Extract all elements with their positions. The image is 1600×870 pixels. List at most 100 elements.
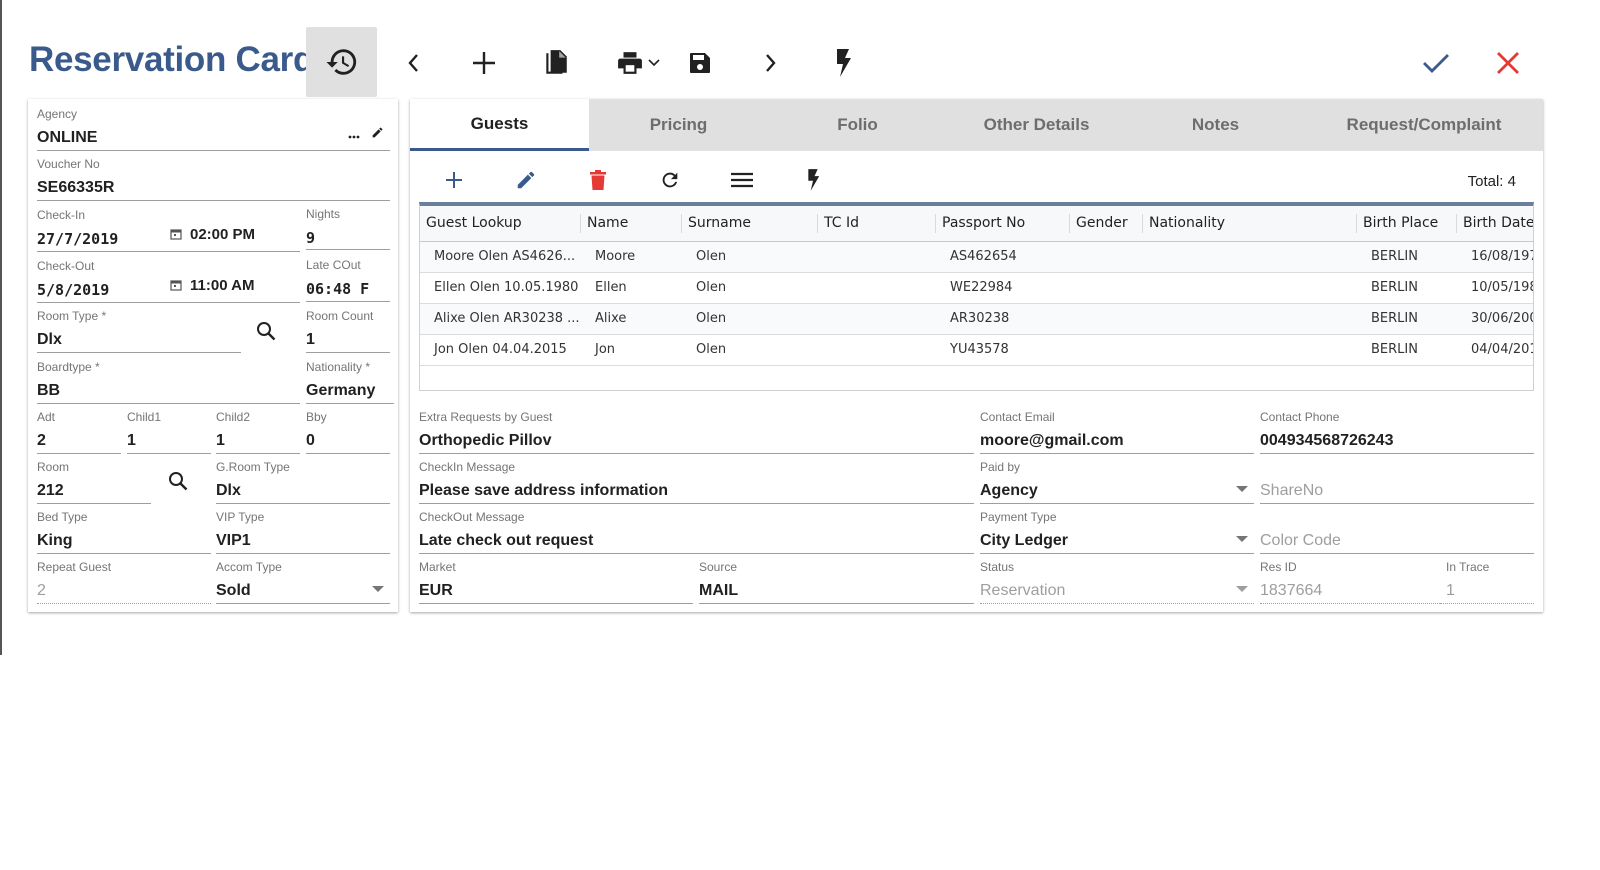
cell-gender <box>1070 272 1143 304</box>
table-row[interactable]: Ellen Olen 10.05.1980 Ellen Olen WE22984… <box>420 272 1533 304</box>
guest-quick-action-button[interactable] <box>798 167 828 197</box>
room-type-field[interactable]: Room Type * Dlx <box>37 309 241 353</box>
cell-nationality <box>1143 272 1357 304</box>
edit-guest-button[interactable] <box>511 167 541 197</box>
paid-by-label: Paid by <box>980 460 1021 474</box>
market-field[interactable]: Market EUR <box>419 560 693 604</box>
baby-field[interactable]: Bby 0 <box>306 410 390 454</box>
adults-field[interactable]: Adt 2 <box>37 410 121 454</box>
accom-type-select[interactable]: Accom Type Sold <box>216 560 390 604</box>
plus-icon <box>472 51 496 75</box>
history-icon <box>325 45 359 79</box>
extra-requests-field[interactable]: Extra Requests by Guest Orthopedic Pillo… <box>419 410 974 454</box>
check-out-time[interactable]: 11:00 AM <box>190 277 254 294</box>
add-guest-button[interactable] <box>439 167 469 197</box>
copy-icon <box>543 49 569 77</box>
column-header-birth-date[interactable]: Birth Date <box>1457 206 1533 242</box>
checkin-message-field[interactable]: CheckIn Message Please save address info… <box>419 460 974 504</box>
quick-action-button[interactable] <box>826 43 860 83</box>
agency-field[interactable]: Agency ONLINE <box>37 107 390 151</box>
table-row[interactable]: Jon Olen 04.04.2015 Jon Olen YU43578 BER… <box>420 334 1533 366</box>
checkout-message-field[interactable]: CheckOut Message Late check out request <box>419 510 974 554</box>
cell-birth-date: 10/05/198 <box>1457 272 1533 304</box>
guest-total-count: Total: 4 <box>1467 173 1516 190</box>
table-row[interactable]: Alixe Olen AR30238 ... Alixe Olen AR3023… <box>420 303 1533 335</box>
column-header-gender[interactable]: Gender <box>1070 206 1143 242</box>
repeat-guest-value: 2 <box>37 582 46 599</box>
agency-more-button[interactable] <box>344 126 364 144</box>
guest-room-type-field[interactable]: G.Room Type Dlx <box>216 460 390 504</box>
payment-type-select[interactable]: Payment Type City Ledger <box>980 510 1254 554</box>
agency-edit-button[interactable] <box>368 126 386 144</box>
history-button[interactable] <box>306 27 377 97</box>
tab-request-complaint[interactable]: Request/Complaint <box>1305 99 1543 151</box>
cell-birth-date: 16/08/197 <box>1457 241 1533 273</box>
source-field[interactable]: Source MAIL <box>699 560 974 604</box>
boardtype-field[interactable]: Boardtype * BB <box>37 360 300 404</box>
add-button[interactable] <box>466 45 502 81</box>
tab-guests[interactable]: Guests <box>410 99 589 151</box>
color-code-input[interactable]: Color Code <box>1260 510 1534 554</box>
cell-tc-id <box>818 303 936 335</box>
column-header-name[interactable]: Name <box>581 206 682 242</box>
baby-value: 0 <box>306 432 315 449</box>
bed-type-field[interactable]: Bed Type King <box>37 510 211 554</box>
room-type-search-button[interactable] <box>254 321 278 345</box>
vip-type-field[interactable]: VIP Type VIP1 <box>216 510 390 554</box>
check-out-calendar-button[interactable] <box>169 280 183 294</box>
room-field[interactable]: Room 212 <box>37 460 151 504</box>
cell-guest-lookup: Ellen Olen 10.05.1980 <box>420 272 581 304</box>
contact-phone-field[interactable]: Contact Phone 004934568726243 <box>1260 410 1534 454</box>
check-in-calendar-button[interactable] <box>169 229 183 243</box>
cell-name: Jon <box>581 334 682 366</box>
room-count-field[interactable]: Room Count 1 <box>306 309 390 353</box>
tab-other-details[interactable]: Other Details <box>947 99 1126 151</box>
previous-button[interactable] <box>398 45 428 81</box>
contact-email-field[interactable]: Contact Email moore@gmail.com <box>980 410 1254 454</box>
late-checkout-field[interactable]: Late COut 06:48 F <box>306 258 390 302</box>
reservation-summary-panel: Agency ONLINE Voucher No SE66335R Check-… <box>28 99 398 612</box>
column-header-passport-no[interactable]: Passport No <box>936 206 1070 242</box>
column-header-surname[interactable]: Surname <box>682 206 818 242</box>
column-header-nationality[interactable]: Nationality <box>1143 206 1357 242</box>
share-no-placeholder: ShareNo <box>1260 482 1324 499</box>
delete-guest-button[interactable] <box>583 167 613 197</box>
trash-icon <box>589 169 607 196</box>
print-button[interactable] <box>610 45 666 81</box>
paid-by-select[interactable]: Paid by Agency <box>980 460 1254 504</box>
tab-notes[interactable]: Notes <box>1126 99 1305 151</box>
contact-phone-label: Contact Phone <box>1260 410 1340 424</box>
table-row[interactable]: Moore Olen AS4626... Moore Olen AS462654… <box>420 241 1533 273</box>
room-search-button[interactable] <box>166 471 190 495</box>
contact-email-value: moore@gmail.com <box>980 432 1124 449</box>
status-select: Status Reservation <box>980 560 1254 604</box>
voucher-no-field[interactable]: Voucher No SE66335R <box>37 157 390 201</box>
next-button[interactable] <box>756 45 786 81</box>
room-type-value: Dlx <box>37 331 62 348</box>
confirm-button[interactable] <box>1418 45 1454 81</box>
menu-button[interactable] <box>727 167 757 197</box>
share-no-input[interactable]: ShareNo <box>1260 460 1534 504</box>
guest-room-type-value: Dlx <box>216 482 241 499</box>
column-header-birth-place[interactable]: Birth Place <box>1357 206 1457 242</box>
nationality-field[interactable]: Nationality * Germany <box>306 360 394 404</box>
paid-by-value: Agency <box>980 482 1038 499</box>
more-horizontal-icon <box>348 126 360 144</box>
cell-nationality <box>1143 303 1357 335</box>
vip-type-label: VIP Type <box>216 510 265 524</box>
child2-field[interactable]: Child2 1 <box>216 410 300 454</box>
column-header-tc-id[interactable]: TC Id <box>818 206 936 242</box>
check-in-time[interactable]: 02:00 PM <box>190 226 255 243</box>
cell-gender <box>1070 303 1143 335</box>
close-button[interactable] <box>1490 45 1526 81</box>
copy-button[interactable] <box>538 45 574 81</box>
refresh-button[interactable] <box>655 167 685 197</box>
child1-field[interactable]: Child1 1 <box>127 410 211 454</box>
column-header-guest-lookup[interactable]: Guest Lookup <box>420 206 581 242</box>
tab-pricing[interactable]: Pricing <box>589 99 768 151</box>
save-button[interactable] <box>682 45 718 81</box>
tab-folio[interactable]: Folio <box>768 99 947 151</box>
nights-field[interactable]: Nights 9 <box>306 207 390 250</box>
nationality-value: Germany <box>306 382 376 399</box>
late-checkout-label: Late COut <box>306 258 361 272</box>
